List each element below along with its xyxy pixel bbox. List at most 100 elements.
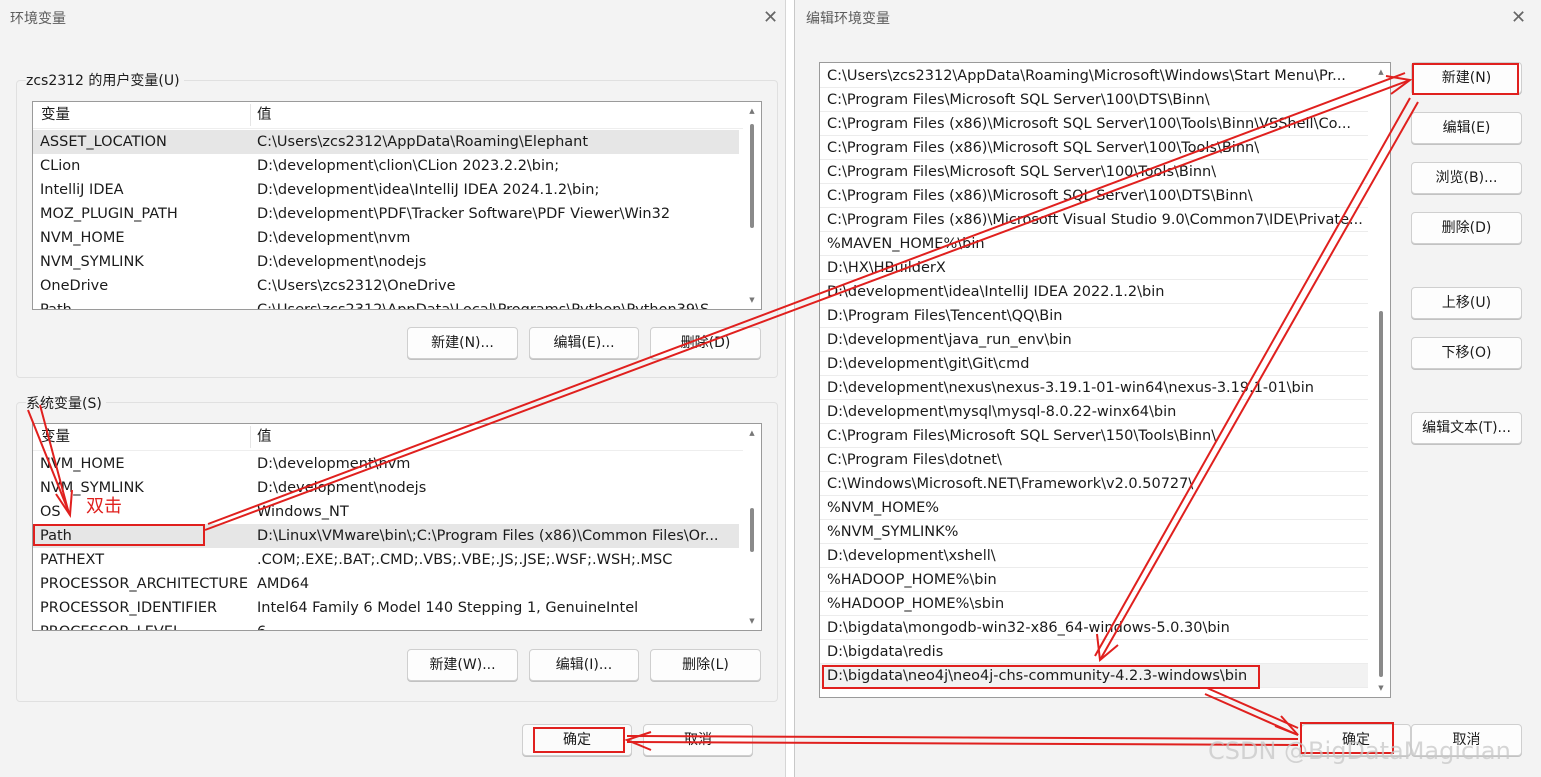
- table-row[interactable]: MOZ_PLUGIN_PATH D:\development\PDF\Tracke…: [33, 202, 739, 226]
- edit-environment-variable-dialog: 编辑环境变量 ✕ C:\Users\zcs2312\AppData\Roamin…: [794, 0, 1541, 777]
- table-row[interactable]: PROCESSOR_ARCHITECTURE AMD64: [33, 572, 739, 596]
- column-header-variable[interactable]: 变量: [41, 102, 70, 128]
- user-edit-button[interactable]: 编辑(E)...: [529, 327, 639, 359]
- variable-name: IntelliJ IDEA: [40, 182, 124, 198]
- path-entry[interactable]: C:\Users\zcs2312\AppData\Roaming\Microso…: [820, 64, 1368, 88]
- path-entry[interactable]: C:\Program Files\Microsoft SQL Server\10…: [820, 88, 1368, 112]
- variable-name: PROCESSOR_ARCHITECTURE: [40, 576, 249, 592]
- variable-name: MOZ_PLUGIN_PATH: [40, 206, 178, 222]
- move-up-button[interactable]: 上移(U): [1411, 287, 1522, 319]
- close-icon[interactable]: ✕: [763, 7, 778, 28]
- table-row[interactable]: PROCESSOR_IDENTIFIER Intel64 Family 6 Mod…: [33, 596, 739, 620]
- path-entry[interactable]: C:\Program Files\Microsoft SQL Server\10…: [820, 160, 1368, 184]
- variable-name: PROCESSOR_IDENTIFIER: [40, 600, 218, 616]
- path-entry[interactable]: D:\bigdata\mongodb-win32-x86_64-windows-…: [820, 616, 1368, 640]
- path-entry[interactable]: D:\HX\HBuilderX: [820, 256, 1368, 280]
- path-entry-text: C:\Program Files (x86)\Microsoft Visual …: [827, 212, 1363, 228]
- move-down-button[interactable]: 下移(O): [1411, 337, 1522, 369]
- path-entry-text: C:\Windows\Microsoft.NET\Framework\v2.0.…: [827, 476, 1194, 492]
- table-row[interactable]: NVM_SYMLINK D:\development\nodejs: [33, 476, 739, 500]
- variable-name: ASSET_LOCATION: [40, 134, 167, 150]
- table-row[interactable]: PATHEXT .COM;.EXE;.BAT;.CMD;.VBS;.VBE;.JS…: [33, 548, 739, 572]
- path-entry[interactable]: %NVM_HOME%: [820, 496, 1368, 520]
- table-row[interactable]: OneDrive C:\Users\zcs2312\OneDrive: [33, 274, 739, 298]
- path-entry[interactable]: D:\bigdata\redis: [820, 640, 1368, 664]
- column-header-value[interactable]: 值: [257, 424, 272, 450]
- path-entry[interactable]: D:\development\idea\IntelliJ IDEA 2022.1…: [820, 280, 1368, 304]
- system-edit-button[interactable]: 编辑(I)...: [529, 649, 639, 681]
- variable-value: D:\development\nvm: [257, 456, 411, 472]
- dialog-title: 编辑环境变量: [806, 11, 890, 27]
- new-button-highlight: [1412, 63, 1519, 95]
- path-entry[interactable]: D:\development\java_run_env\bin: [820, 328, 1368, 352]
- path-entry[interactable]: D:\development\git\Git\cmd: [820, 352, 1368, 376]
- table-row[interactable]: NVM_SYMLINK D:\development\nodejs: [33, 250, 739, 274]
- path-list-scrollbar[interactable]: ▲ ▼: [1376, 65, 1386, 695]
- path-entry-text: D:\bigdata\redis: [827, 644, 944, 660]
- variable-value: D:\development\clion\CLion 2023.2.2\bin;: [257, 158, 560, 174]
- edit-path-button[interactable]: 编辑(E): [1411, 112, 1522, 144]
- path-entry[interactable]: %NVM_SYMLINK%: [820, 520, 1368, 544]
- path-entry[interactable]: D:\Program Files\Tencent\QQ\Bin: [820, 304, 1368, 328]
- path-entry-text: C:\Users\zcs2312\AppData\Roaming\Microso…: [827, 68, 1346, 84]
- path-entry[interactable]: C:\Program Files\Microsoft SQL Server\15…: [820, 424, 1368, 448]
- variable-value: Intel64 Family 6 Model 140 Stepping 1, G…: [257, 600, 639, 616]
- left-ok-highlight: [533, 727, 625, 753]
- path-entry[interactable]: C:\Program Files (x86)\Microsoft SQL Ser…: [820, 136, 1368, 160]
- edit-text-button[interactable]: 编辑文本(T)...: [1411, 412, 1522, 444]
- path-entry[interactable]: C:\Program Files (x86)\Microsoft SQL Ser…: [820, 112, 1368, 136]
- table-row[interactable]: PROCESSOR_LEVEL 6: [33, 620, 739, 630]
- path-entries-list[interactable]: C:\Users\zcs2312\AppData\Roaming\Microso…: [819, 62, 1391, 698]
- user-delete-button[interactable]: 删除(D): [650, 327, 761, 359]
- table-row[interactable]: NVM_HOME D:\development\nvm: [33, 452, 739, 476]
- variable-name: OS: [40, 504, 61, 520]
- variable-name: NVM_HOME: [40, 456, 125, 472]
- path-entry[interactable]: %HADOOP_HOME%\sbin: [820, 592, 1368, 616]
- table-row[interactable]: CLion D:\development\clion\CLion 2023.2.2…: [33, 154, 739, 178]
- path-entry[interactable]: D:\development\nexus\nexus-3.19.1-01-win…: [820, 376, 1368, 400]
- variable-value: Windows_NT: [257, 504, 349, 520]
- variable-name: CLion: [40, 158, 81, 174]
- user-new-button[interactable]: 新建(N)...: [407, 327, 518, 359]
- table-row[interactable]: ASSET_LOCATION C:\Users\zcs2312\AppData\R…: [33, 130, 739, 154]
- variable-value: 6: [257, 620, 735, 630]
- variable-value: C:\Users\zcs2312\OneDrive: [257, 278, 456, 294]
- table-row[interactable]: OS Windows_NT: [33, 500, 739, 524]
- table-row[interactable]: Path C:\Users\zcs2312\AppData\Local\Progr…: [33, 298, 739, 309]
- path-entry-text: C:\Program Files\Microsoft SQL Server\10…: [827, 164, 1217, 180]
- path-entry-text: D:\Program Files\Tencent\QQ\Bin: [827, 308, 1063, 324]
- column-header-value[interactable]: 值: [257, 102, 272, 128]
- path-entry-text: %MAVEN_HOME%\bin: [827, 236, 985, 252]
- system-delete-button[interactable]: 删除(L): [650, 649, 761, 681]
- path-entry-text: C:\Program Files (x86)\Microsoft SQL Ser…: [827, 140, 1260, 156]
- cancel-button[interactable]: 取消: [643, 724, 753, 756]
- user-variables-list[interactable]: 变量 值 ASSET_LOCATION C:\Users\zcs2312\AppD…: [32, 101, 762, 310]
- path-entry[interactable]: %MAVEN_HOME%\bin: [820, 232, 1368, 256]
- variable-name: NVM_HOME: [40, 230, 125, 246]
- variable-name: OneDrive: [40, 278, 109, 294]
- path-entry-text: C:\Program Files (x86)\Microsoft SQL Ser…: [827, 116, 1352, 132]
- close-icon[interactable]: ✕: [1511, 7, 1526, 28]
- path-entry-text: D:\HX\HBuilderX: [827, 260, 946, 276]
- path-entry-text: D:\bigdata\mongodb-win32-x86_64-windows-…: [827, 620, 1230, 636]
- path-entry[interactable]: C:\Program Files (x86)\Microsoft Visual …: [820, 208, 1368, 232]
- table-row[interactable]: IntelliJ IDEA D:\development\idea\Intelli…: [33, 178, 739, 202]
- path-entry[interactable]: D:\development\mysql\mysql-8.0.22-winx64…: [820, 400, 1368, 424]
- variable-value: D:\development\nvm: [257, 230, 411, 246]
- table-row[interactable]: NVM_HOME D:\development\nvm: [33, 226, 739, 250]
- path-entry[interactable]: C:\Windows\Microsoft.NET\Framework\v2.0.…: [820, 472, 1368, 496]
- user-list-scrollbar[interactable]: ▲ ▼: [747, 104, 757, 307]
- path-entry-text: D:\development\mysql\mysql-8.0.22-winx64…: [827, 404, 1177, 420]
- delete-path-button[interactable]: 删除(D): [1411, 212, 1522, 244]
- system-new-button[interactable]: 新建(W)...: [407, 649, 518, 681]
- path-entry-text: D:\development\nexus\nexus-3.19.1-01-win…: [827, 380, 1314, 396]
- path-entry[interactable]: C:\Program Files\dotnet\: [820, 448, 1368, 472]
- path-entry[interactable]: %HADOOP_HOME%\bin: [820, 568, 1368, 592]
- browse-button[interactable]: 浏览(B)...: [1411, 162, 1522, 194]
- path-row-highlight: [33, 524, 205, 546]
- system-variables-label: 系统变量(S): [26, 393, 106, 413]
- system-list-scrollbar[interactable]: ▲ ▼: [747, 426, 757, 628]
- path-entry[interactable]: D:\development\xshell\: [820, 544, 1368, 568]
- path-entry[interactable]: C:\Program Files (x86)\Microsoft SQL Ser…: [820, 184, 1368, 208]
- column-header-variable[interactable]: 变量: [41, 424, 70, 450]
